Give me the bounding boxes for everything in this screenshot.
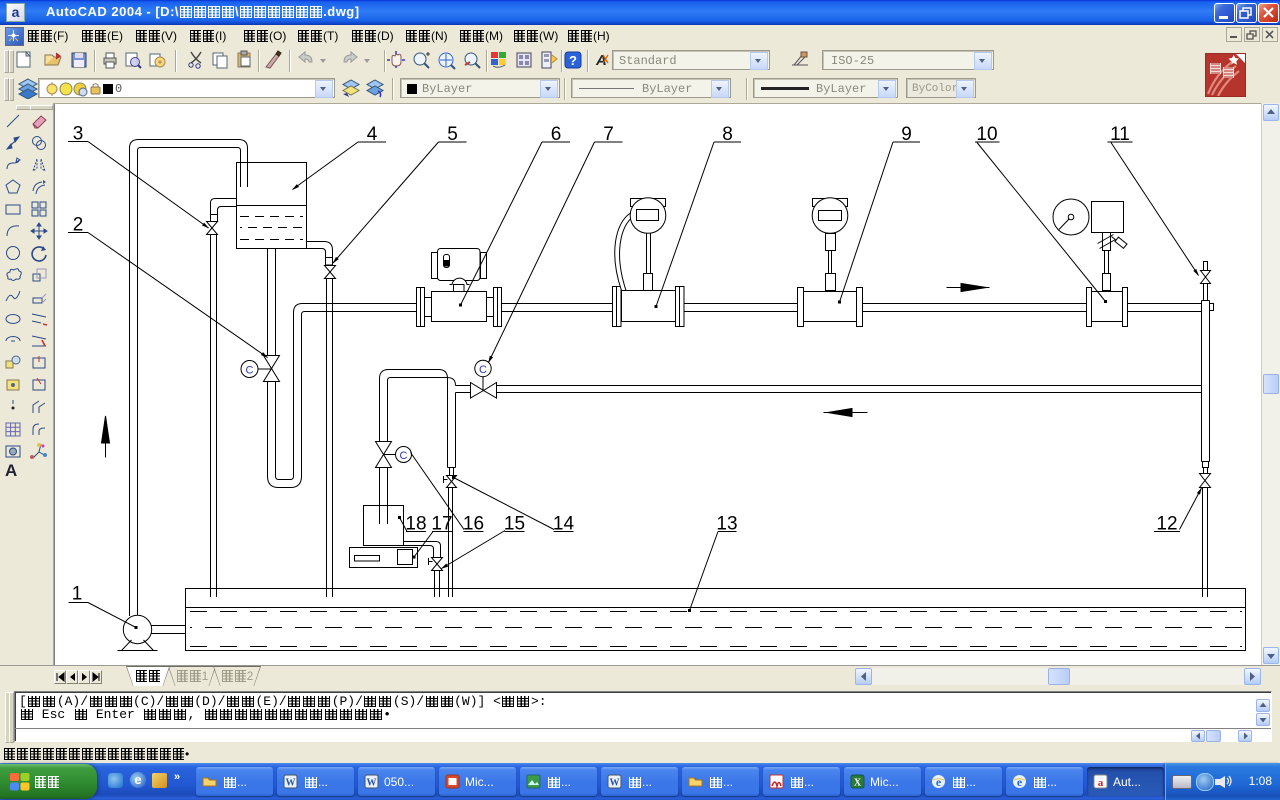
svg-text:?: ?: [569, 53, 577, 68]
svg-text:W: W: [286, 778, 296, 789]
svg-text:1: 1: [72, 584, 83, 605]
svg-text:C: C: [400, 450, 408, 462]
svg-text:e: e: [936, 775, 942, 789]
svg-text:X: X: [854, 778, 862, 789]
svg-text:W: W: [610, 778, 620, 789]
svg-text:e: e: [1017, 775, 1023, 789]
svg-text:C: C: [246, 365, 254, 377]
svg-text:C: C: [479, 364, 487, 376]
svg-text:W: W: [367, 778, 377, 789]
svg-text:a: a: [1098, 777, 1104, 789]
